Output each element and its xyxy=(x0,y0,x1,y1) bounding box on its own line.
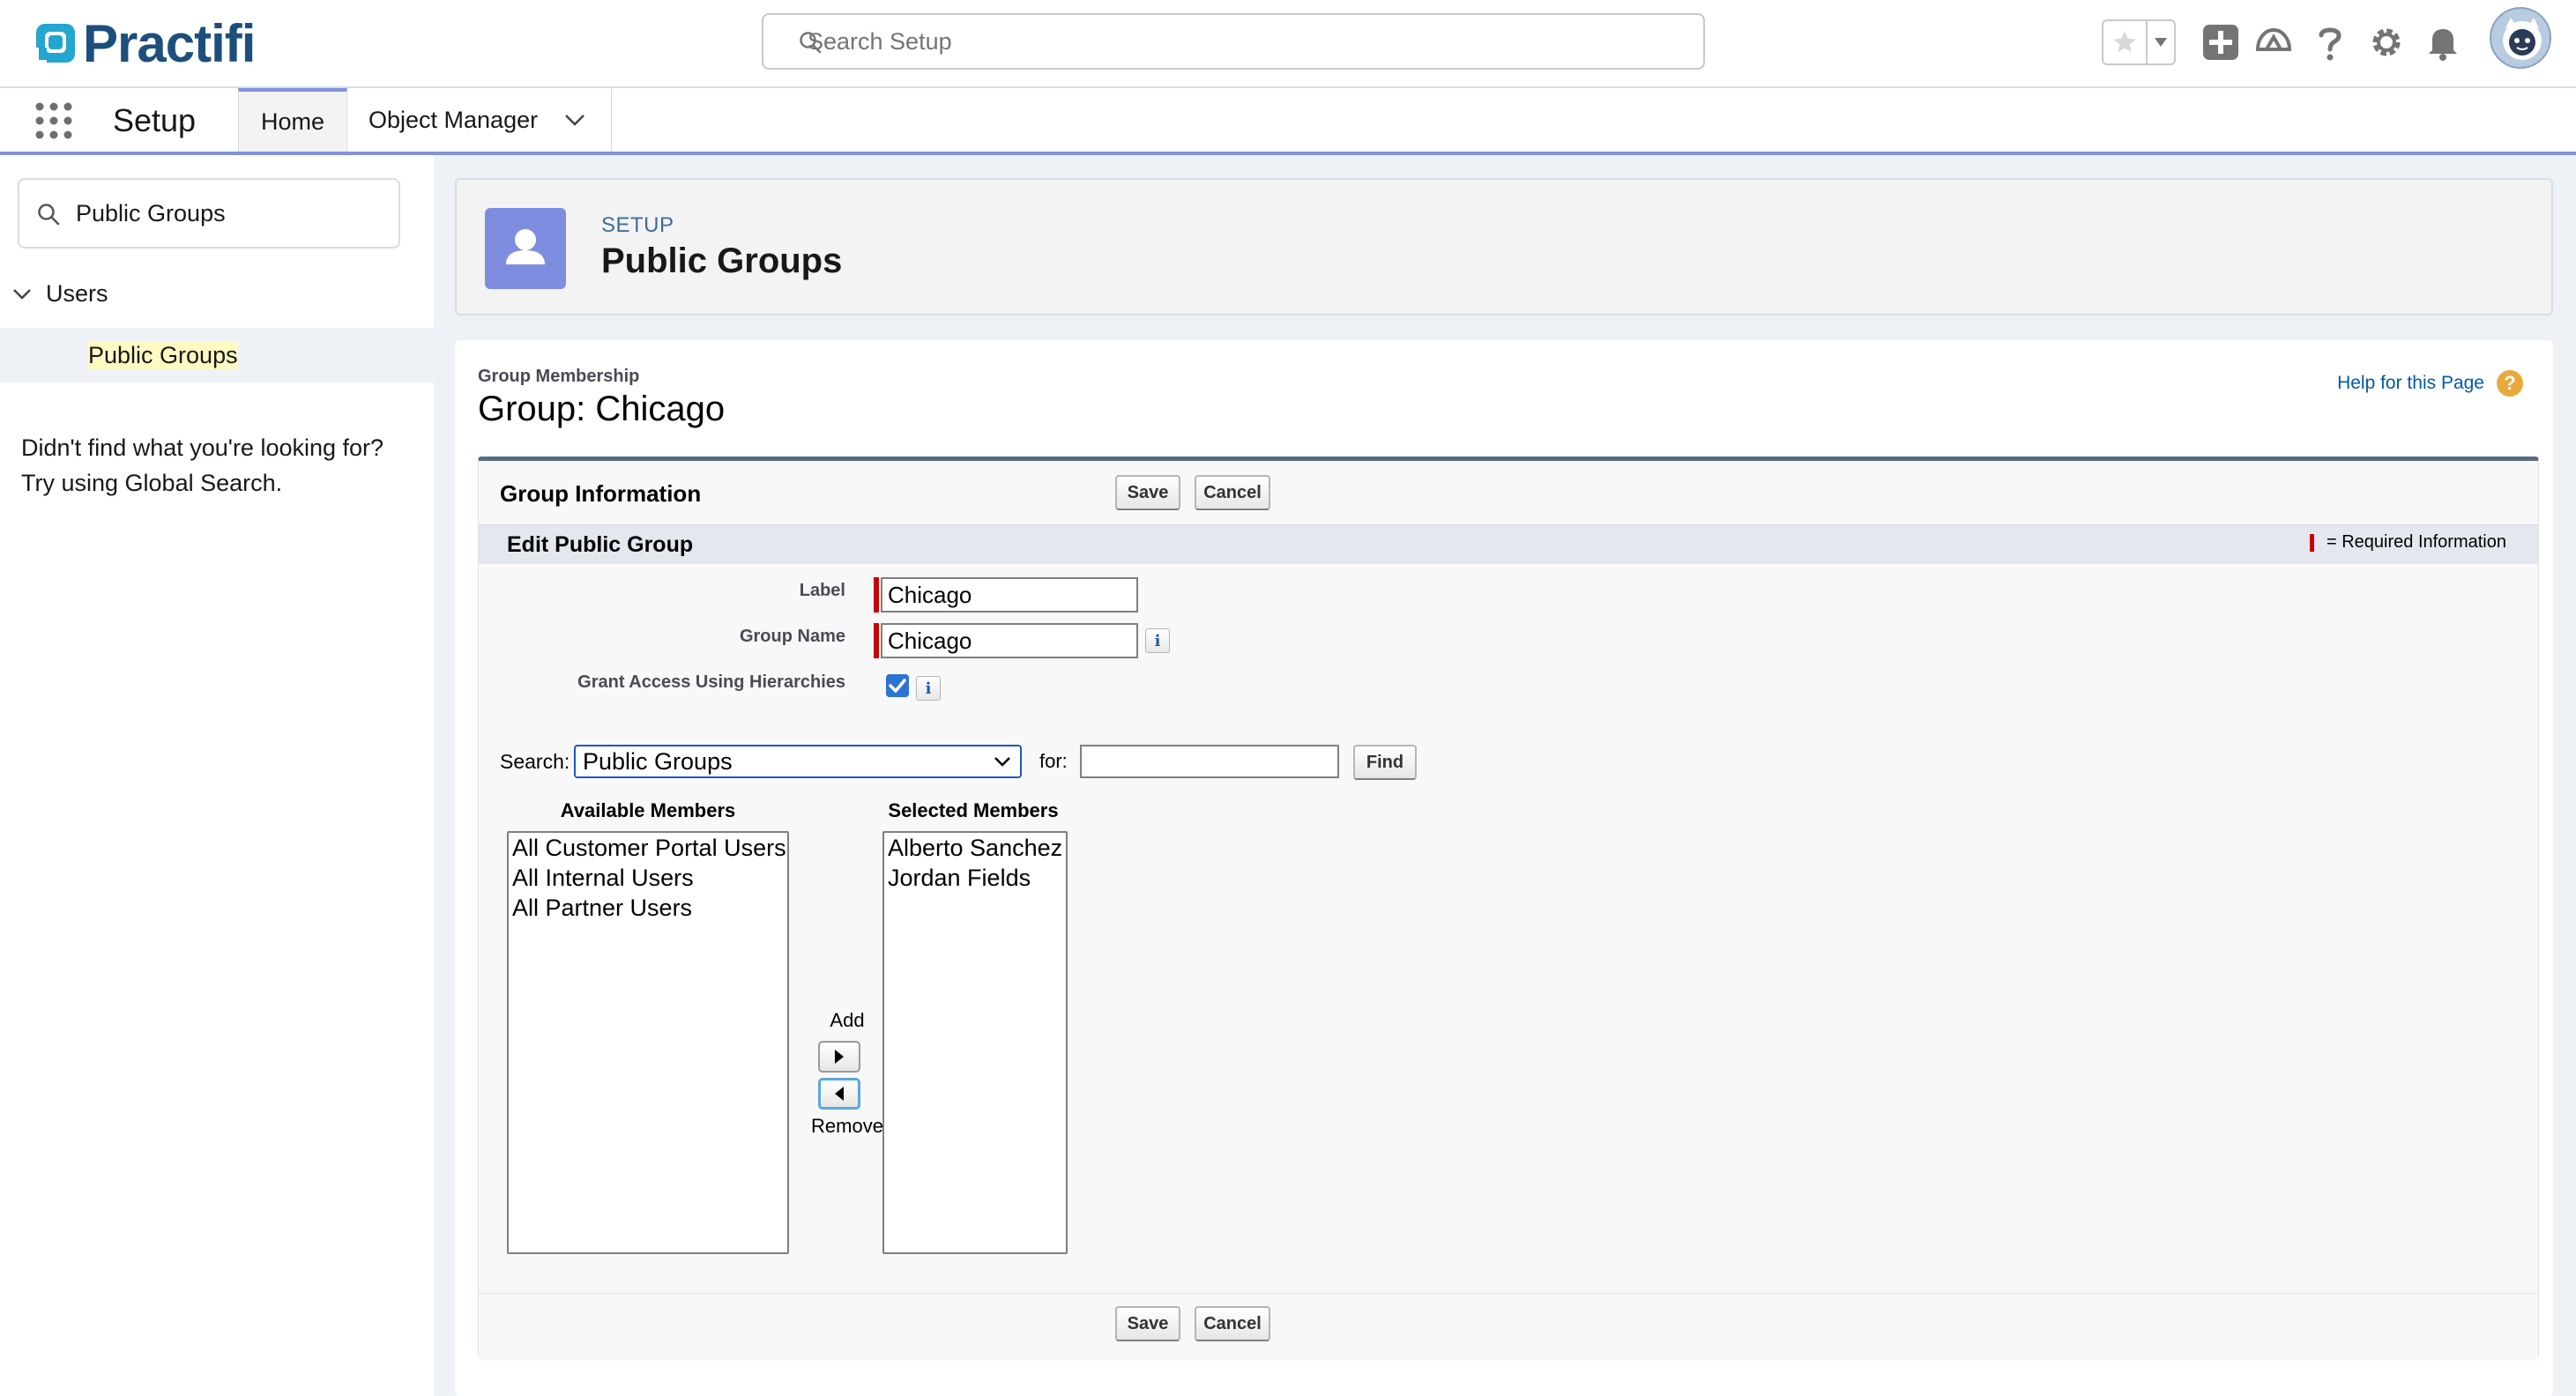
selected-members-header: Selected Members xyxy=(888,799,1059,821)
block-title: Group Information xyxy=(500,480,702,507)
cancel-button[interactable]: Cancel xyxy=(1195,475,1270,510)
global-actions-icon[interactable] xyxy=(2200,22,2241,63)
group-name-label-wrap: Group Name xyxy=(479,627,845,653)
tree-node-public-groups-label: Public Groups xyxy=(88,342,238,369)
grant-access-label-wrap: Grant Access Using Hierarchies xyxy=(479,672,845,699)
not-found-message: Didn't find what you're looking for? Try… xyxy=(21,430,383,501)
page-eyebrow: SETUP xyxy=(601,213,674,237)
trailhead-icon[interactable] xyxy=(2253,22,2294,63)
favorites-dropdown-icon[interactable] xyxy=(2148,21,2174,63)
setup-sidebar: Public Groups Users Public Groups Didn't… xyxy=(0,155,434,1396)
cancel-button-bottom[interactable]: Cancel xyxy=(1195,1306,1270,1341)
quick-find-value: Public Groups xyxy=(76,199,226,226)
info-icon[interactable]: i xyxy=(916,676,941,701)
available-members-list[interactable]: All Customer Portal Users All Internal U… xyxy=(507,831,789,1254)
available-member-option[interactable]: All Partner Users xyxy=(509,893,787,923)
search-label: Search: xyxy=(500,750,570,773)
add-label: Add xyxy=(830,1009,865,1031)
group-title: Group: Chicago xyxy=(478,390,726,428)
search-icon xyxy=(800,32,822,54)
available-members-header: Available Members xyxy=(560,799,736,821)
chevron-down-icon[interactable] xyxy=(12,288,32,301)
required-marker-icon xyxy=(874,623,879,658)
available-member-option[interactable]: All Internal Users xyxy=(509,863,787,893)
member-type-select[interactable]: Public Groups xyxy=(574,745,1022,778)
avatar-astro-icon xyxy=(2503,18,2542,60)
required-legend-text: = Required Information xyxy=(2326,532,2506,552)
tab-object-manager-label: Object Manager xyxy=(369,106,539,133)
group-name-input[interactable]: Chicago xyxy=(881,623,1138,658)
checkmark-icon xyxy=(889,679,906,693)
required-marker-icon xyxy=(2309,533,2314,552)
search-icon xyxy=(38,204,60,226)
user-icon xyxy=(485,208,566,289)
tree-node-users[interactable]: Users xyxy=(12,280,108,308)
grant-access-checkbox[interactable] xyxy=(886,674,909,697)
search-for-input[interactable] xyxy=(1080,745,1339,778)
chevron-down-icon[interactable] xyxy=(564,114,585,126)
page-header: SETUP Public Groups xyxy=(455,178,2553,316)
practifi-logo-icon xyxy=(36,24,75,63)
context-bar: Setup Home Object Manager xyxy=(0,88,2576,155)
tree-node-public-groups[interactable]: Public Groups xyxy=(0,328,434,382)
content-card: Group Membership Group: Chicago Help for… xyxy=(455,340,2553,1396)
tab-home[interactable]: Home xyxy=(238,88,347,152)
app-name: Setup xyxy=(113,102,197,138)
find-button[interactable]: Find xyxy=(1353,745,1417,780)
label-input[interactable]: Chicago xyxy=(881,577,1138,613)
group-name-label: Group Name xyxy=(739,627,845,646)
info-icon[interactable]: i xyxy=(1145,628,1170,653)
member-type-selected: Public Groups xyxy=(583,747,733,775)
tree-node-users-label: Users xyxy=(46,280,108,307)
app-launcher-icon[interactable] xyxy=(34,100,74,141)
selected-members-list[interactable]: Alberto Sanchez Jordan Fields xyxy=(882,831,1068,1254)
favorites-star-icon[interactable] xyxy=(2103,21,2148,63)
add-button[interactable] xyxy=(818,1041,860,1073)
remove-button[interactable] xyxy=(818,1078,860,1110)
required-marker-icon xyxy=(874,577,879,613)
help-question-icon: ? xyxy=(2497,370,2523,397)
logo-text: Practifi xyxy=(83,13,256,73)
footer-button-bar: Save Cancel xyxy=(479,1293,2538,1361)
save-button-bottom[interactable]: Save xyxy=(1115,1306,1180,1341)
chevron-down-icon xyxy=(994,757,1010,767)
selected-member-option[interactable]: Jordan Fields xyxy=(884,863,1066,893)
notifications-bell-icon[interactable] xyxy=(2423,22,2463,63)
required-legend: = Required Information xyxy=(2309,532,2506,553)
favorites-control[interactable] xyxy=(2102,19,2176,65)
section-title: Edit Public Group xyxy=(507,532,694,557)
remove-label: Remove xyxy=(811,1115,883,1137)
available-member-option[interactable]: All Customer Portal Users xyxy=(509,833,787,863)
practifi-logo[interactable]: Practifi xyxy=(34,13,256,73)
label-field-label: Label xyxy=(799,581,845,600)
selected-member-option[interactable]: Alberto Sanchez xyxy=(884,833,1066,863)
setup-gear-icon[interactable] xyxy=(2366,22,2407,63)
quick-find-input[interactable]: Public Groups xyxy=(18,178,400,249)
help-link-label: Help for this Page xyxy=(2337,373,2484,393)
caret-right-icon xyxy=(835,1050,844,1064)
for-label: for: xyxy=(1039,750,1068,772)
grant-access-label: Grant Access Using Hierarchies xyxy=(577,672,845,692)
not-found-line-2: Try using Global Search. xyxy=(21,470,283,496)
global-search-input[interactable]: Search Setup xyxy=(762,13,1705,70)
page-title: Public Groups xyxy=(601,241,843,280)
label-field-label-wrap: Label xyxy=(479,581,845,607)
main-content: SETUP Public Groups Group Membership Gro… xyxy=(434,155,2576,1396)
help-for-page-link[interactable]: Help for this Page ? xyxy=(2337,370,2523,397)
search-placeholder: Search Setup xyxy=(808,27,952,55)
tab-object-manager[interactable]: Object Manager xyxy=(347,88,612,152)
caret-left-icon xyxy=(835,1087,844,1101)
group-information-block: Group Information Save Cancel Edit Publi… xyxy=(478,457,2539,1361)
section-header: Edit Public Group = Required Information xyxy=(479,524,2538,564)
global-header: Practifi Search Setup xyxy=(0,0,2576,88)
tab-home-label: Home xyxy=(260,108,325,135)
not-found-line-1: Didn't find what you're looking for? xyxy=(21,434,384,461)
user-avatar[interactable] xyxy=(2490,7,2551,69)
help-icon[interactable] xyxy=(2310,22,2350,63)
save-button[interactable]: Save xyxy=(1115,475,1180,510)
group-membership-label: Group Membership xyxy=(478,367,640,386)
